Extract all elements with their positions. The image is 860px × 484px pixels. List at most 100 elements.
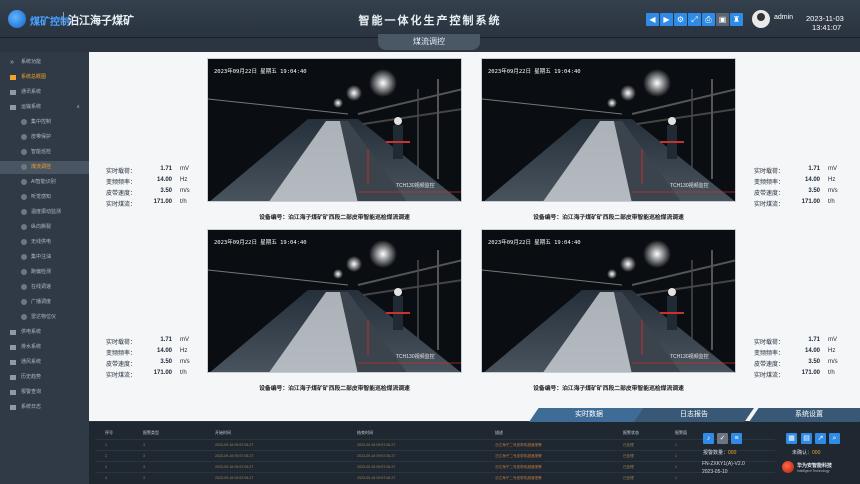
sidebar-item-label: 集中控制	[31, 119, 52, 125]
table-cell: 1	[675, 476, 677, 480]
sidebar-item-13[interactable]: 集中注油	[0, 251, 89, 264]
camera-feed-4[interactable]: 2023年09月22日 星期五 19:04:40 TCH130视频监控	[481, 229, 736, 373]
sidebar: » 系统功能系统总概图通讯系统运输系统 ∧ 集中控制皮带保护智能巡检煤流调控 AI智能识…	[0, 52, 89, 484]
sidebar-item-14[interactable]: 跑偏检测	[0, 266, 89, 279]
sidebar-item-18[interactable]: 供电系统	[0, 326, 89, 339]
lock-icon[interactable]: ▣	[716, 13, 729, 26]
metric-unit: mV	[180, 166, 189, 172]
table-cell: 3	[143, 443, 145, 447]
shirt-icon[interactable]: ♜	[730, 13, 743, 26]
volume-icon[interactable]: ♪	[703, 433, 714, 444]
sidebar-item-5[interactable]: 皮带保护	[0, 131, 89, 144]
sidebar-item-label: 排水系统	[21, 344, 42, 350]
sidebar-item-20[interactable]: 通风系统	[0, 356, 89, 369]
sidebar-item-8[interactable]: AI智能识别	[0, 176, 89, 189]
unconfirmed-value: 000	[812, 450, 821, 456]
metric-key: 变频频率：	[754, 180, 785, 186]
sidebar-item-0[interactable]: » 系统功能	[0, 56, 89, 69]
metric-value: 3.50	[808, 359, 820, 365]
metric-value: 14.00	[804, 177, 820, 183]
sidebar-item-21[interactable]: 历史趋势	[0, 371, 89, 384]
sidebar-item-7[interactable]: 煤流调控	[0, 161, 89, 174]
sidebar-item-4[interactable]: 集中控制	[0, 116, 89, 129]
table-cell: 已处理	[623, 454, 634, 458]
metric-value: 14.00	[156, 348, 172, 354]
chart-icon[interactable]: ↗	[815, 433, 826, 444]
sidebar-item-22[interactable]: 报警查询	[0, 386, 89, 399]
table-row[interactable]: 2 3 2023-09-16 09:57:06.27 2023-09-16 09:57…	[95, 450, 775, 460]
sidebar-item-19[interactable]: 排水系统	[0, 341, 89, 354]
search-icon[interactable]: ⌕	[829, 433, 840, 444]
sidebar-item-11[interactable]: 纵向撕裂	[0, 221, 89, 234]
sidebar-item-label: 供电系统	[21, 329, 42, 335]
logo-separator	[63, 12, 64, 25]
table-row[interactable]: 4 3 2023-09-16 09:57:06.27 2023-09-16 09:57…	[95, 472, 775, 482]
camera-scene	[482, 230, 735, 372]
bottom-tab-2[interactable]: 系统设置	[749, 408, 860, 422]
sidebar-item-9[interactable]: 听觉感知	[0, 191, 89, 204]
document-icon[interactable]: ▤	[801, 433, 812, 444]
sidebar-item-label: 系统总概图	[21, 74, 47, 80]
metrics-panel-4: 实时载荷： 1.71 mV 变频频率： 14.00 Hz 皮带速度： 3.50 m/s 实时煤流：…	[754, 337, 844, 381]
sidebar-item-label: 听觉感知	[31, 194, 52, 200]
grid-icon	[10, 75, 16, 80]
sidebar-item-16[interactable]: 广播调度	[0, 296, 89, 309]
chevron-up-icon: ∧	[76, 104, 80, 110]
table-row[interactable]: 3 3 2023-09-16 09:57:06.27 2023-09-16 09:57…	[95, 461, 775, 471]
sidebar-item-12[interactable]: 无线供电	[0, 236, 89, 249]
sidebar-item-2[interactable]: 通讯系统	[0, 86, 89, 99]
table-cell: 泊江海子二号皮带机超速报警	[495, 454, 542, 458]
metric-value: 171.00	[801, 370, 820, 376]
camera-feed-1[interactable]: 2023年09月22日 星期五 19:04:40 TCH130视频监控	[207, 58, 462, 202]
page-tab-coal-flow[interactable]: 煤流调控	[378, 34, 480, 50]
sidebar-item-label: 系统日志	[21, 404, 42, 410]
bottom-tab-1[interactable]: 日志报告	[634, 408, 754, 422]
sidebar-item-1[interactable]: 系统总概图	[0, 71, 89, 84]
table-icon[interactable]: ▦	[786, 433, 797, 444]
bottom-tab-0[interactable]: 实时数据	[529, 408, 649, 422]
gear-icon[interactable]: ⚙	[674, 13, 687, 26]
camera-timestamp: 2023年09月22日 星期五 19:04:40	[214, 69, 307, 75]
sidebar-item-15[interactable]: 在线调速	[0, 281, 89, 294]
camera-caption: 设备编号：泊江海子煤矿矿西段二部皮带智能巡检煤流调速	[533, 215, 684, 221]
metric-unit: Hz	[828, 348, 836, 354]
sidebar-item-10[interactable]: 温度振动监测	[0, 206, 89, 219]
table-cell: 3	[105, 465, 107, 469]
table-cell: 2023-09-16 09:57:06.27	[357, 476, 396, 480]
metric-row: 皮带速度： 3.50 m/s	[754, 359, 844, 370]
brand-name: 华为安智能科技	[797, 463, 833, 469]
sidebar-item-3[interactable]: 运输系统 ∧	[0, 101, 89, 114]
camera-feed-3[interactable]: 2023年09月22日 星期五 19:04:40 TCH130视频监控	[207, 229, 462, 373]
version-code: FN-ZXKY1(A)-V2.0	[702, 461, 745, 467]
list-icon[interactable]: ≡	[731, 433, 742, 444]
time-display: 13:41:07	[812, 23, 842, 32]
camera-watermark: TCH130视频监控	[670, 354, 709, 360]
forward-icon[interactable]: ▶	[660, 13, 673, 26]
sidebar-item-23[interactable]: 系统日志	[0, 401, 89, 414]
back-icon[interactable]: ◀	[646, 13, 659, 26]
metric-key: 实时载荷：	[106, 340, 137, 346]
metric-unit: mV	[828, 166, 837, 172]
metric-unit: Hz	[180, 348, 188, 354]
metric-unit: t/h	[180, 370, 187, 376]
table-cell: 1	[675, 454, 677, 458]
avatar[interactable]	[752, 10, 770, 28]
sidebar-item-label: 煤流调控	[31, 164, 52, 170]
dot-icon	[21, 164, 27, 170]
sidebar-item-6[interactable]: 智能巡检	[0, 146, 89, 159]
metric-row: 实时载荷： 1.71 mV	[106, 337, 196, 348]
camera-feed-2[interactable]: 2023年09月22日 星期五 19:04:40 TCH130视频监控	[481, 58, 736, 202]
table-row[interactable]: 1 3 2023-09-16 09:57:06.27 2023-09-16 09:57…	[95, 439, 775, 449]
metric-unit: m/s	[180, 188, 190, 194]
expand-icon[interactable]: ⤢	[688, 13, 701, 26]
metric-value: 1.71	[808, 166, 820, 172]
sidebar-item-label: 通讯系统	[21, 89, 42, 95]
check-icon[interactable]: ✓	[717, 433, 728, 444]
metric-value: 1.71	[160, 166, 172, 172]
sidebar-item-17[interactable]: 雷达物位仪	[0, 311, 89, 324]
sidebar-item-label: 无线供电	[31, 239, 52, 245]
print-icon[interactable]: ⎙	[702, 13, 715, 26]
table-cell: 2023-09-16 09:57:06.27	[215, 465, 254, 469]
camera-watermark: TCH130视频监控	[670, 183, 709, 189]
metric-row: 皮带速度： 3.50 m/s	[754, 188, 844, 199]
